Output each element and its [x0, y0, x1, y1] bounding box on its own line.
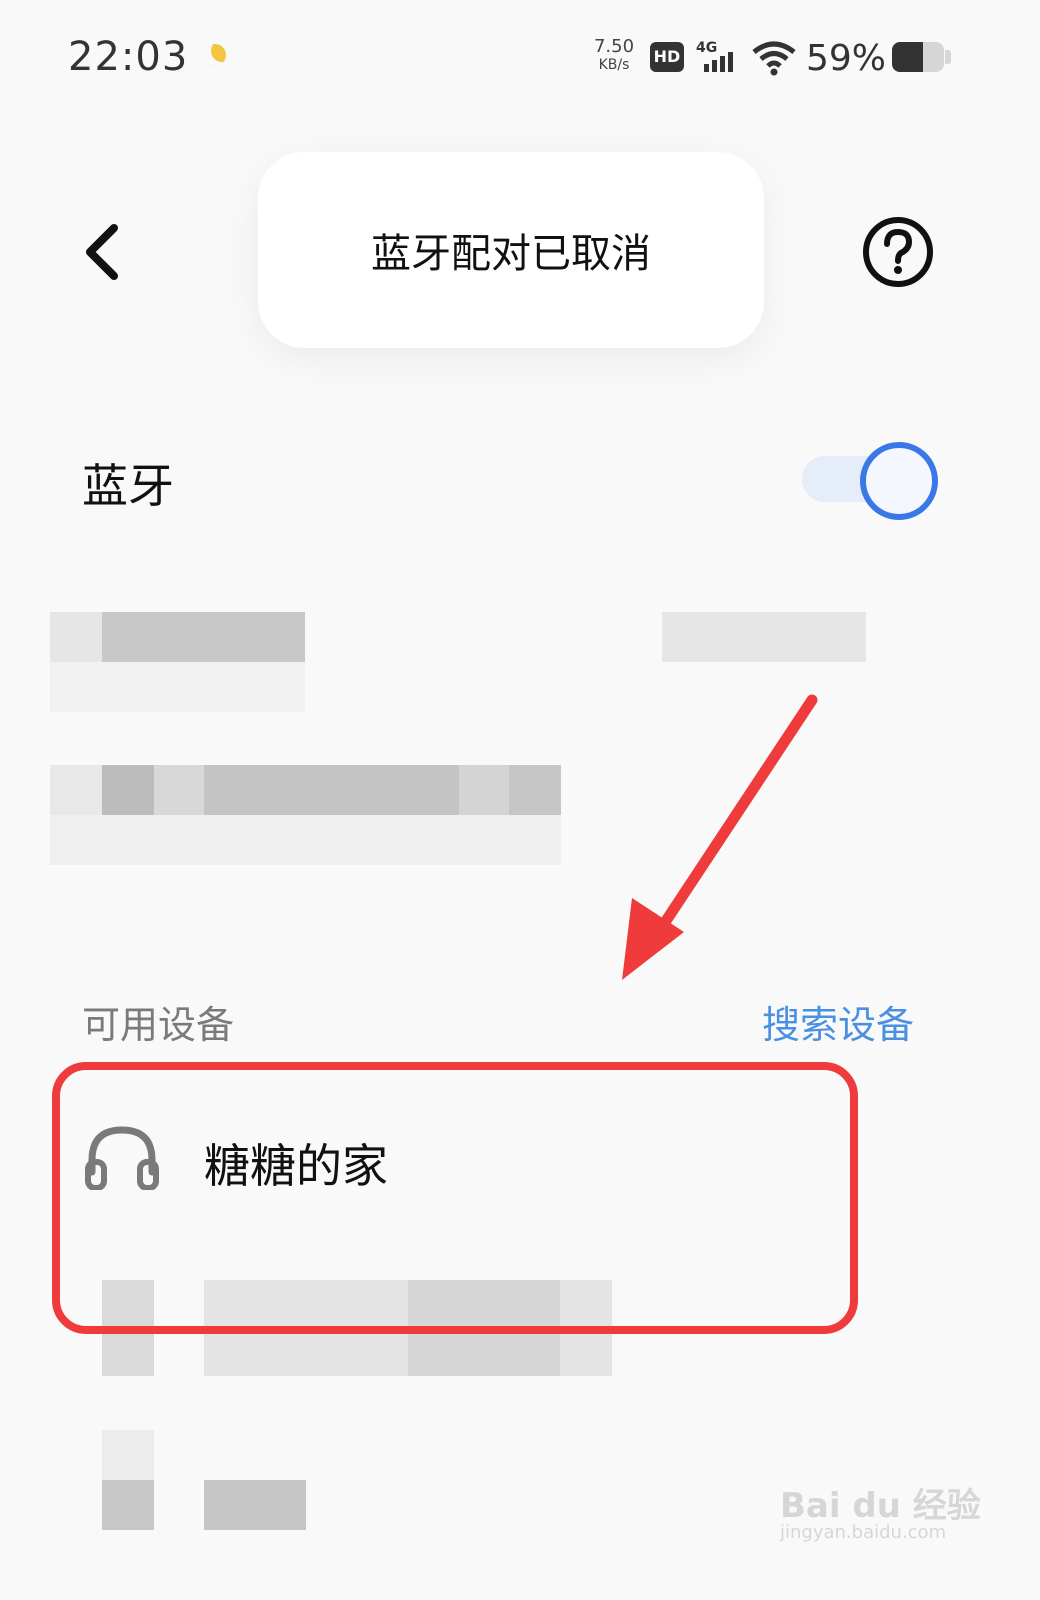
pixel-block: [204, 1480, 306, 1530]
battery-icon: [892, 42, 944, 72]
pixel-block: [154, 765, 204, 815]
search-devices-button[interactable]: 搜索设备: [762, 994, 914, 1049]
available-devices-label: 可用设备: [82, 1003, 235, 1047]
toast-message: 蓝牙配对已取消: [258, 152, 764, 348]
annotation-arrow-icon: [622, 694, 818, 980]
battery-fill: [892, 42, 923, 72]
pixel-block: [459, 765, 509, 815]
annotation-highlight-box: [52, 1062, 858, 1334]
baidu-watermark-url: jingyan.baidu.com: [780, 1522, 947, 1543]
wifi-icon: [752, 41, 796, 76]
pixel-block: [50, 765, 102, 815]
hd-icon: HD: [650, 42, 684, 72]
chevron-left-icon[interactable]: [80, 222, 124, 282]
status-time: 22:03: [68, 34, 189, 80]
pixel-block: [50, 612, 102, 662]
battery-percent: 59%: [806, 38, 887, 79]
moon-icon: [204, 44, 226, 66]
help-circle-icon[interactable]: [862, 216, 934, 288]
pixel-block: [102, 1430, 154, 1480]
bluetooth-toggle[interactable]: [802, 440, 938, 520]
pixel-block: [509, 765, 561, 815]
network-speed: 7.50 KB/s: [592, 38, 636, 74]
pixel-block: [50, 662, 305, 712]
pixel-block: [50, 815, 561, 865]
network-type-label: 4G: [696, 40, 717, 56]
network-speed-unit: KB/s: [598, 57, 630, 73]
toast-text: 蓝牙配对已取消: [371, 231, 651, 277]
pixel-block: [204, 765, 459, 815]
pixel-block: [102, 1480, 154, 1530]
network-speed-value: 7.50: [593, 36, 635, 57]
pixel-block: [102, 612, 305, 662]
signal-icon: 4G: [696, 40, 733, 72]
battery-tip: [945, 50, 951, 64]
bluetooth-label: 蓝牙: [82, 459, 174, 513]
toggle-knob: [860, 442, 938, 520]
pixel-block: [662, 612, 866, 662]
baidu-watermark-logo: Bai du 经验: [780, 1486, 981, 1526]
pixel-block: [102, 765, 154, 815]
